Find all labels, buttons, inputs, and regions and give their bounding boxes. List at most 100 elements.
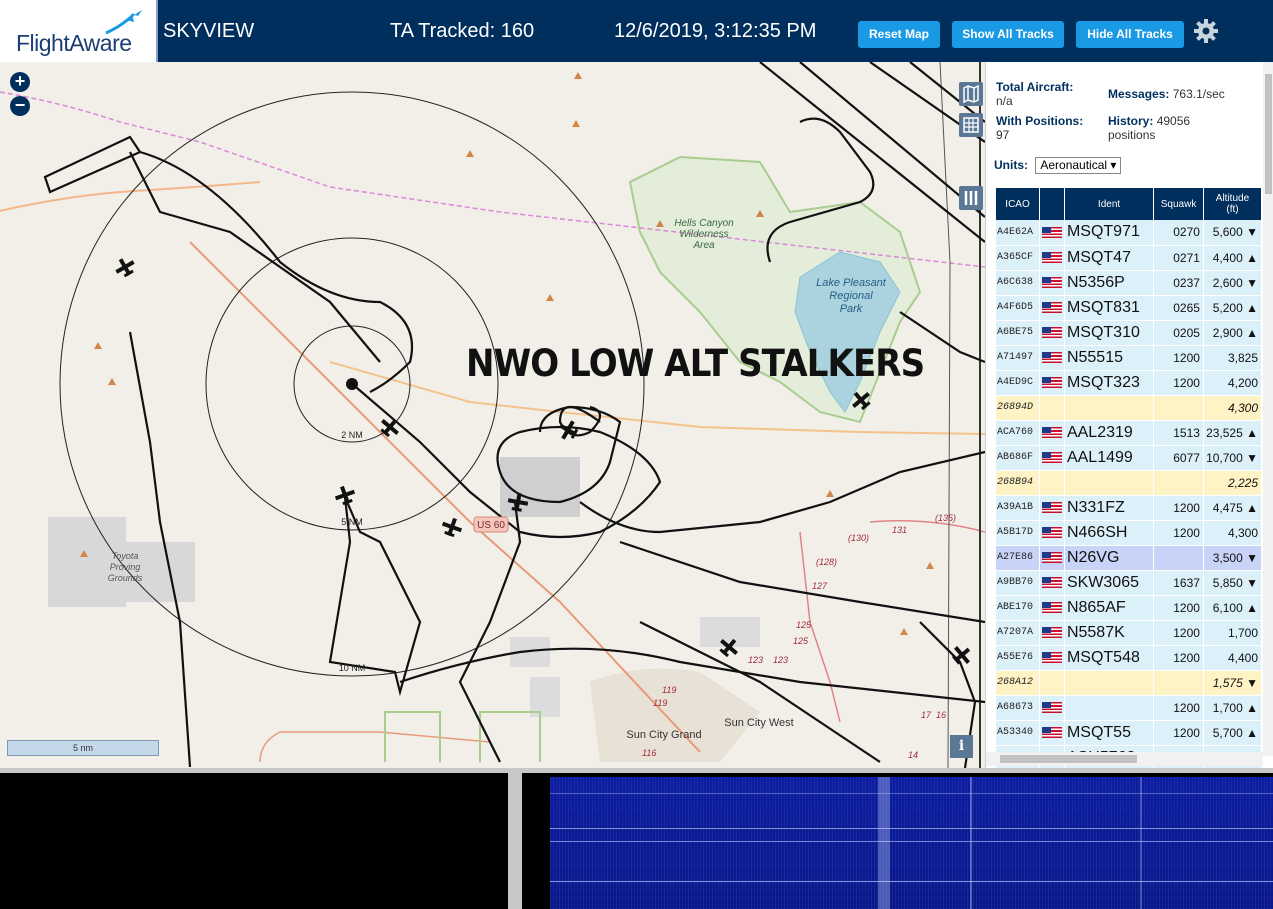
table-row[interactable]: A5B17D N466SH 1200 4,300 [996,520,1263,546]
cell-icao: A6C638 [996,270,1041,296]
vertical-scroll-thumb[interactable] [1265,74,1272,194]
us60-shield: US 60 [473,516,509,533]
waterfall-signal [878,777,890,909]
table-row[interactable]: A39A1B N331FZ 1200 4,475 ▲ [996,495,1263,521]
table-row[interactable]: A4ED9C MSQT323 1200 4,200 [996,370,1263,396]
cell-squawk: 1513 [1153,420,1204,446]
table-row[interactable]: A365CF MSQT47 0271 4,400 ▲ [996,245,1263,271]
waterfall-trace [550,828,1273,829]
cell-ident: N55515 [1064,345,1155,371]
table-row[interactable]: A71497 N55515 1200 3,825 [996,345,1263,371]
cell-altitude: 2,900 ▲ [1203,320,1263,346]
gear-icon[interactable] [1193,18,1219,44]
cell-icao: AB686F [996,445,1041,471]
cell-altitude: 3,500 ▼ [1203,545,1263,571]
us-flag-icon [1042,277,1063,289]
aircraft-table-body: A4E62A MSQT971 0270 5,600 ▼ A365CF MSQT47 0271… [996,220,1263,768]
table-row[interactable]: A6C638 N5356P 0237 2,600 ▼ [996,270,1263,296]
cell-flag [1039,520,1065,546]
road-label-123a: 123 [748,655,763,665]
total-aircraft-value: n/a [996,94,1013,108]
history-unit: positions [1108,128,1156,142]
horizontal-scroll-thumb[interactable] [1000,755,1137,763]
horizontal-scrollbar[interactable] [986,752,1263,766]
us-flag-icon [1042,552,1063,564]
cell-ident [1064,395,1155,421]
table-row[interactable]: ACA760 AAL2319 1513 23,525 ▲ [996,420,1263,446]
table-row[interactable]: A55E76 MSQT548 1200 4,400 [996,645,1263,671]
road-label-135: (135) [935,513,956,523]
road-label-116: 116 [642,748,656,758]
table-row[interactable]: 268A12 1,575 ▼ [996,670,1263,696]
table-row[interactable]: A4F6D5 MSQT831 0265 5,200 ▲ [996,295,1263,321]
map-label-grounds: Grounds [108,573,143,583]
cell-flag [1039,395,1065,421]
cell-icao: A4E62A [996,220,1041,246]
units-select[interactable]: Aeronautical ▾ [1035,157,1122,174]
app-title: SKYVIEW [163,20,255,42]
table-row[interactable]: A68673 1200 1,700 ▲ [996,695,1263,721]
table-row[interactable]: A27E86 N26VG 3,500 ▼ [996,545,1263,571]
table-row[interactable]: A4E62A MSQT971 0270 5,600 ▼ [996,220,1263,246]
map-label-sun-city-grand: Sun City Grand [626,729,701,741]
us-flag-icon [1042,602,1063,614]
cell-ident: N865AF [1064,595,1155,621]
cell-flag [1039,445,1065,471]
map-label-toyota: Toyota [112,551,139,561]
cell-icao: A27E86 [996,545,1041,571]
waterfall-signal [970,777,972,909]
us-flag-icon [1042,377,1063,389]
cell-squawk [1153,670,1204,696]
table-row[interactable]: A9BB70 SKW3065 1637 5,850 ▼ [996,570,1263,596]
table-row[interactable]: 268B94 2,225 [996,470,1263,496]
table-row[interactable]: A7207A N5587K 1200 1,700 [996,620,1263,646]
columns-icon[interactable] [959,186,983,210]
cell-squawk: 0237 [1153,270,1204,296]
cell-icao: A6BE75 [996,320,1041,346]
cell-altitude: 5,850 ▼ [1203,570,1263,596]
reset-map-button[interactable]: Reset Map [858,21,940,48]
cell-icao: A365CF [996,245,1041,271]
table-row[interactable]: 26894D 4,300 [996,395,1263,421]
altitude-header-unit: (ft) [1226,204,1239,215]
us-flag-icon [1042,627,1063,639]
cell-flag [1039,220,1065,246]
grid-icon[interactable] [959,113,983,137]
history-stat: History: 49056 positions [1108,114,1190,142]
cell-squawk: 1200 [1153,520,1204,546]
table-row[interactable]: A6BE75 MSQT310 0205 2,900 ▲ [996,320,1263,346]
vertical-scrollbar[interactable] [1263,62,1273,756]
col-header-squawk[interactable]: Squawk [1153,188,1204,220]
map-icon[interactable] [959,82,983,106]
units-row: Units: Aeronautical ▾ [994,157,1122,174]
cell-icao: A9BB70 [996,570,1041,596]
road-label-125a: 125 [796,620,812,630]
cell-altitude: 3,825 [1203,345,1263,371]
cell-ident: N5587K [1064,620,1155,646]
col-header-altitude[interactable]: Altitude (ft) [1203,188,1263,220]
cell-ident: MSQT548 [1064,645,1155,671]
table-row[interactable]: AB686F AAL1499 6077 10,700 ▼ [996,445,1263,471]
with-positions-label: With Positions: [996,114,1084,128]
panel-divider-vertical[interactable] [508,768,522,909]
col-header-icao[interactable]: ICAO [996,188,1041,220]
cell-altitude: 1,700 [1203,620,1263,646]
road-label-125b: 125 [793,636,809,646]
table-row[interactable]: ABE170 N865AF 1200 6,100 ▲ [996,595,1263,621]
cell-icao: A53340 [996,720,1041,746]
table-row[interactable]: A53340 MSQT55 1200 5,700 ▲ [996,720,1263,746]
info-button[interactable]: i [950,735,973,758]
zoom-out-button[interactable]: − [10,96,30,116]
col-header-flag[interactable] [1039,188,1065,220]
flightaware-logo[interactable]: FlightAware [0,0,158,62]
us-flag-icon [1042,577,1063,589]
hide-all-tracks-button[interactable]: Hide All Tracks [1076,21,1184,48]
zoom-in-button[interactable]: + [10,72,30,92]
cell-flag [1039,545,1065,571]
us-flag-icon [1042,252,1063,264]
map-canvas[interactable]: Hells Canyon Wilderness Area Lake Pleasa… [0,62,985,768]
waterfall-signal [1140,777,1142,909]
show-all-tracks-button[interactable]: Show All Tracks [952,21,1064,48]
road-label-119a: 119 [662,685,676,695]
col-header-ident[interactable]: Ident [1064,188,1155,220]
